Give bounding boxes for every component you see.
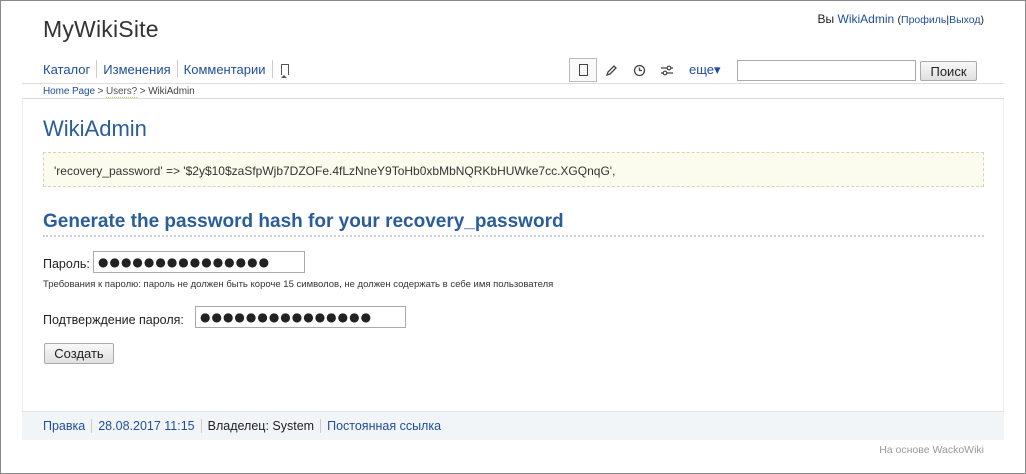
permalink-link[interactable]: Постоянная ссылка [327, 419, 441, 433]
edit-link[interactable]: Правка [43, 419, 85, 433]
main-nav: Каталог Изменения Комментарии [43, 60, 289, 78]
profile-link[interactable]: Профиль [901, 14, 946, 26]
search-input[interactable] [737, 60, 916, 81]
password-field[interactable]: ●●●●●●●●●●●●●●● [93, 251, 305, 273]
nav-divider [176, 60, 178, 78]
confirm-password-label: Подтверждение пароля: [43, 313, 184, 327]
pencil-icon[interactable] [597, 58, 625, 82]
paren-close: ) [980, 14, 985, 26]
password-label: Пароль: [43, 257, 90, 271]
footer-divider [91, 419, 93, 433]
create-button[interactable]: Создать [44, 343, 114, 364]
breadcrumb-users[interactable]: Users? [106, 86, 137, 98]
breadcrumb-sep: > [94, 86, 107, 97]
nav-comments[interactable]: Комментарии [184, 62, 266, 77]
page-title: WikiAdmin [43, 116, 147, 141]
breadcrumb-current: WikiAdmin [148, 86, 195, 97]
owner-text: Владелец: System [207, 419, 315, 433]
nav-divider [96, 60, 98, 78]
revision-date-link[interactable]: 28.08.2017 11:15 [98, 419, 194, 433]
breadcrumb-home[interactable]: Home Page [43, 86, 95, 97]
site-title[interactable]: MyWikiSite [43, 16, 159, 43]
clock-icon[interactable] [625, 58, 653, 82]
code-block: 'recovery_password' => '$2y$10$zaSfpWjb7… [43, 152, 984, 187]
bookmark-icon[interactable] [280, 63, 289, 78]
more-menu[interactable]: еще▾ [689, 62, 721, 78]
footer-divider [200, 419, 202, 433]
logout-link[interactable]: Выход [949, 14, 980, 26]
header-divider [22, 83, 1004, 84]
section-divider [43, 235, 984, 237]
nav-divider [271, 60, 273, 78]
nav-changes[interactable]: Изменения [103, 62, 170, 77]
user-prefix: Вы [817, 12, 835, 26]
page-icon[interactable] [569, 58, 597, 82]
page-footer: Правка 28.08.2017 11:15 Владелец: System… [22, 411, 1004, 440]
powered-by[interactable]: На основе WackoWiki [879, 444, 984, 456]
password-hint: Требования к паролю: пароль не должен бы… [43, 279, 554, 290]
breadcrumb-sep: > [137, 86, 149, 97]
confirm-password-field[interactable]: ●●●●●●●●●●●●●●● [195, 306, 406, 328]
search-button[interactable]: Поиск [920, 61, 977, 81]
page-toolbar: еще▾ [569, 58, 721, 82]
footer-divider [320, 419, 322, 433]
section-title: Generate the password hash for your reco… [43, 211, 564, 232]
breadcrumb: Home Page > Users? > WikiAdmin [43, 86, 195, 98]
nav-catalog[interactable]: Каталог [43, 62, 90, 77]
user-name-link[interactable]: WikiAdmin [838, 12, 895, 26]
sliders-icon[interactable] [653, 58, 681, 82]
user-bar: Вы WikiAdmin (Профиль|Выход) [818, 12, 984, 26]
